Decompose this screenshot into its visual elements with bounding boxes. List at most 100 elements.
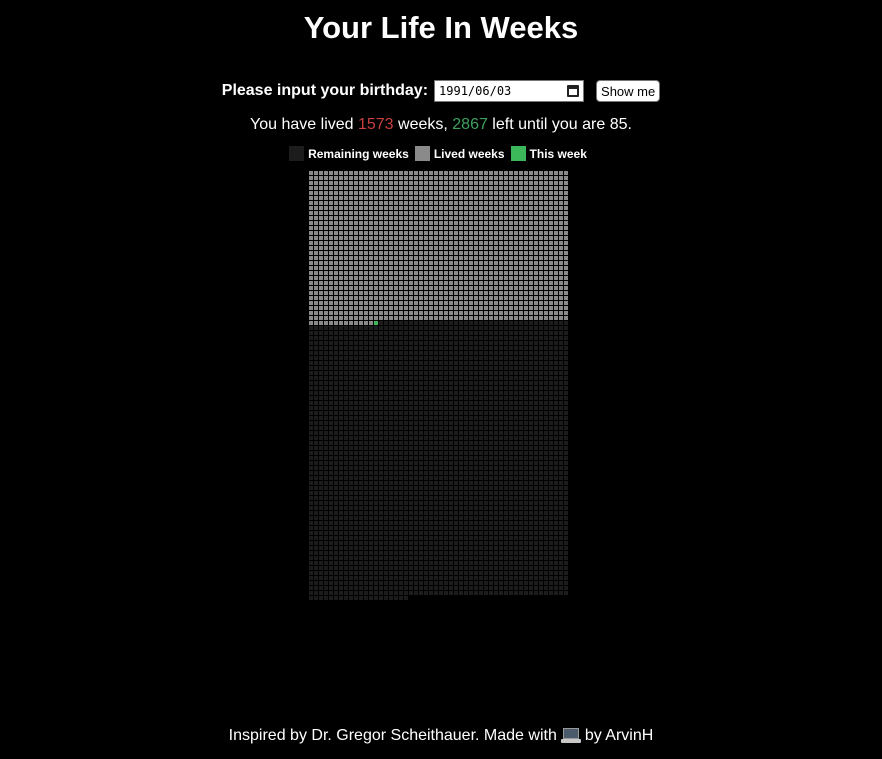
week-cell-remaining <box>334 381 338 385</box>
birthday-date-input[interactable]: 1991/06/03 <box>434 80 585 102</box>
week-cell-remaining <box>414 331 418 335</box>
week-cell-remaining <box>439 461 443 465</box>
show-me-button[interactable]: Show me <box>596 80 661 102</box>
week-cell-remaining <box>359 346 363 350</box>
week-cell-lived <box>374 171 378 175</box>
week-cell-lived <box>319 236 323 240</box>
week-cell-remaining <box>484 426 488 430</box>
week-cell-remaining <box>329 396 333 400</box>
week-cell-lived <box>384 261 388 265</box>
week-cell-lived <box>559 226 563 230</box>
week-cell-remaining <box>359 401 363 405</box>
week-cell-remaining <box>319 326 323 330</box>
week-cell-lived <box>464 196 468 200</box>
week-cell-lived <box>454 251 458 255</box>
week-cell-lived <box>489 276 493 280</box>
week-cell-remaining <box>309 361 313 365</box>
week-cell-lived <box>554 291 558 295</box>
week-cell-remaining <box>354 596 358 600</box>
week-cell-remaining <box>434 526 438 530</box>
week-cell-remaining <box>369 541 373 545</box>
week-cell-remaining <box>554 336 558 340</box>
week-cell-remaining <box>479 371 483 375</box>
week-cell-remaining <box>319 356 323 360</box>
week-cell-remaining <box>429 576 433 580</box>
week-cell-remaining <box>544 481 548 485</box>
week-cell-lived <box>349 221 353 225</box>
week-cell-remaining <box>559 421 563 425</box>
week-cell-remaining <box>504 566 508 570</box>
calendar-icon[interactable] <box>567 85 580 97</box>
week-cell-remaining <box>324 556 328 560</box>
week-cell-remaining <box>434 551 438 555</box>
week-cell-remaining <box>459 456 463 460</box>
week-cell-remaining <box>539 321 543 325</box>
week-cell-remaining <box>519 446 523 450</box>
week-cell-remaining <box>349 576 353 580</box>
week-cell-lived <box>539 291 543 295</box>
week-cell-remaining <box>479 591 483 595</box>
week-cell-remaining <box>464 506 468 510</box>
week-cell-remaining <box>439 416 443 420</box>
week-cell-lived <box>464 241 468 245</box>
week-cell-remaining <box>494 396 498 400</box>
week-cell-lived <box>389 241 393 245</box>
week-cell-remaining <box>509 366 513 370</box>
week-cell-remaining <box>464 521 468 525</box>
week-cell-remaining <box>324 426 328 430</box>
week-cell-remaining <box>339 546 343 550</box>
week-cell-remaining <box>389 436 393 440</box>
week-cell-remaining <box>359 456 363 460</box>
week-cell-lived <box>524 236 528 240</box>
week-cell-lived <box>489 226 493 230</box>
week-cell-remaining <box>464 566 468 570</box>
week-cell-remaining <box>409 351 413 355</box>
week-cell-remaining <box>449 571 453 575</box>
week-cell-remaining <box>549 591 553 595</box>
week-cell-remaining <box>524 451 528 455</box>
week-cell-remaining <box>549 496 553 500</box>
week-cell-lived <box>484 261 488 265</box>
week-cell-remaining <box>424 476 428 480</box>
week-cell-remaining <box>319 401 323 405</box>
week-cell-lived <box>429 231 433 235</box>
week-cell-remaining <box>464 346 468 350</box>
week-cell-remaining <box>394 451 398 455</box>
week-cell-remaining <box>434 321 438 325</box>
week-cell-remaining <box>484 571 488 575</box>
week-cell-remaining <box>459 531 463 535</box>
week-cell-remaining <box>529 391 533 395</box>
week-cell-remaining <box>534 506 538 510</box>
week-cell-remaining <box>414 491 418 495</box>
week-cell-remaining <box>404 581 408 585</box>
week-cell-lived <box>379 311 383 315</box>
week-cell-remaining <box>504 321 508 325</box>
week-cell-lived <box>529 226 533 230</box>
week-cell-lived <box>314 286 318 290</box>
week-cell-remaining <box>404 501 408 505</box>
week-cell-lived <box>439 261 443 265</box>
week-cell-lived <box>419 206 423 210</box>
week-cell-remaining <box>384 511 388 515</box>
week-cell-remaining <box>369 536 373 540</box>
week-cell-remaining <box>544 526 548 530</box>
week-cell-lived <box>329 226 333 230</box>
week-cell-remaining <box>374 596 378 600</box>
week-cell-lived <box>454 211 458 215</box>
week-cell-lived <box>379 216 383 220</box>
week-cell-remaining <box>479 546 483 550</box>
week-cell-lived <box>514 201 518 205</box>
week-cell-remaining <box>324 561 328 565</box>
week-cell-remaining <box>549 406 553 410</box>
week-cell-lived <box>514 316 518 320</box>
week-cell-remaining <box>554 326 558 330</box>
week-cell-lived <box>564 191 568 195</box>
week-cell-lived <box>334 251 338 255</box>
week-cell-remaining <box>489 541 493 545</box>
week-cell-lived <box>454 196 458 200</box>
week-cell-remaining <box>339 586 343 590</box>
week-cell-remaining <box>474 356 478 360</box>
week-cell-lived <box>459 291 463 295</box>
week-cell-lived <box>444 231 448 235</box>
week-cell-lived <box>374 276 378 280</box>
